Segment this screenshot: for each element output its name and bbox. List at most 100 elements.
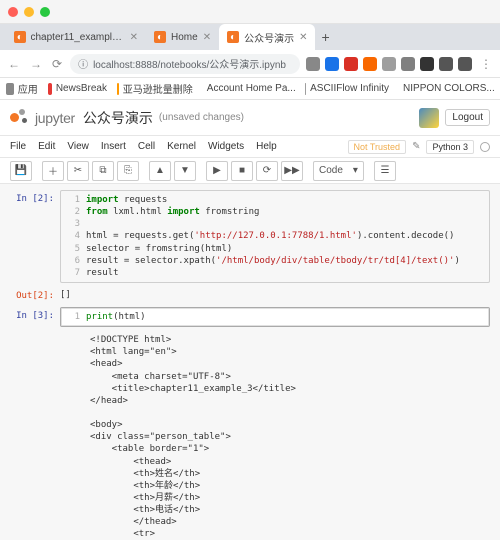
out-prompt: Out[2]: bbox=[10, 287, 60, 301]
command-palette-button[interactable]: ☰ bbox=[374, 161, 396, 181]
bookmark-favicon-icon bbox=[117, 83, 119, 95]
extension-icon[interactable] bbox=[344, 57, 358, 71]
menu-file[interactable]: File bbox=[10, 141, 26, 152]
in-prompt: In [2]: bbox=[10, 190, 60, 204]
code-cell[interactable]: In [3]: 1print(html) bbox=[10, 307, 490, 327]
restart-button[interactable]: ⟳ bbox=[256, 161, 278, 181]
trust-indicator[interactable]: Not Trusted bbox=[348, 140, 407, 154]
browser-tab[interactable]: ◐ chapter11_example_3 ✕ bbox=[6, 24, 146, 50]
bookmark-item[interactable]: ASCIIFlow Infinity bbox=[305, 83, 389, 95]
bookmark-label: NIPPON COLORS... bbox=[403, 83, 494, 94]
save-button[interactable]: 💾 bbox=[10, 161, 32, 181]
forward-button: → bbox=[28, 57, 44, 71]
bookmark-item[interactable]: Account Home Pa... bbox=[203, 83, 296, 95]
traffic-lights bbox=[8, 7, 50, 17]
bookmark-label: 亚马逊批量删除 bbox=[123, 81, 193, 96]
tab-label: Home bbox=[171, 32, 198, 43]
new-tab-button[interactable]: + bbox=[315, 29, 335, 45]
tab-label: 公众号演示 bbox=[244, 30, 294, 45]
bookmark-item[interactable]: NIPPON COLORS... bbox=[399, 83, 494, 95]
menu-insert[interactable]: Insert bbox=[101, 141, 126, 152]
copy-button[interactable]: ⧉ bbox=[92, 161, 114, 181]
add-cell-button[interactable]: ＋ bbox=[42, 161, 64, 181]
extension-icon[interactable] bbox=[439, 57, 453, 71]
jupyter-toolbar: 💾 ＋ ✂ ⧉ ⎘ ▲ ▼ ▶ ■ ⟳ ▶▶ Code▾ ☰ bbox=[0, 158, 500, 184]
run-button[interactable]: ▶ bbox=[206, 161, 228, 181]
move-down-button[interactable]: ▼ bbox=[174, 161, 196, 181]
favicon-icon: ◐ bbox=[154, 31, 166, 43]
browser-tabstrip: ◐ chapter11_example_3 ✕ ◐ Home ✕ ◐ 公众号演示 ✕ + bbox=[0, 24, 500, 50]
browser-tab[interactable]: ◐ Home ✕ bbox=[146, 24, 219, 50]
menu-widgets[interactable]: Widgets bbox=[208, 141, 244, 152]
stdout-output: <!DOCTYPE html> <html lang="en"> <head> … bbox=[10, 331, 490, 540]
stop-button[interactable]: ■ bbox=[231, 161, 253, 181]
bookmark-label: NewsBreak bbox=[56, 83, 107, 94]
extension-icon[interactable] bbox=[325, 57, 339, 71]
bookmark-label: 应用 bbox=[18, 81, 38, 96]
maximize-window-icon[interactable] bbox=[40, 7, 50, 17]
celltype-select[interactable]: Code▾ bbox=[313, 161, 364, 181]
tab-label: chapter11_example_3 bbox=[31, 32, 125, 43]
close-tab-icon[interactable]: ✕ bbox=[299, 32, 307, 43]
window-titlebar bbox=[0, 0, 500, 24]
reload-button[interactable]: ⟳ bbox=[50, 57, 64, 71]
bookmark-item[interactable]: NewsBreak bbox=[48, 83, 107, 95]
bookmark-favicon-icon bbox=[305, 83, 306, 95]
bookmark-favicon-icon bbox=[48, 83, 52, 95]
code-input[interactable]: 1print(html) bbox=[60, 307, 490, 327]
extension-icon[interactable] bbox=[306, 57, 320, 71]
extensions-area bbox=[306, 57, 472, 71]
address-text: localhost:8888/notebooks/公众号演示.ipynb bbox=[93, 56, 286, 71]
bookmark-label: ASCIIFlow Infinity bbox=[310, 83, 389, 94]
back-button[interactable]: ← bbox=[6, 57, 22, 71]
browser-toolbar: ← → ⟳ ⓘ localhost:8888/notebooks/公众号演示.i… bbox=[0, 50, 500, 78]
favicon-icon: ◐ bbox=[227, 31, 239, 43]
extension-icon[interactable] bbox=[420, 57, 434, 71]
close-tab-icon[interactable]: ✕ bbox=[130, 32, 138, 43]
jupyter-logo[interactable]: jupyter bbox=[10, 108, 75, 128]
close-tab-icon[interactable]: ✕ bbox=[203, 32, 211, 43]
chevron-down-icon: ▾ bbox=[353, 165, 358, 176]
menu-edit[interactable]: Edit bbox=[38, 141, 55, 152]
in-prompt: In [3]: bbox=[10, 307, 60, 321]
bookmark-item[interactable]: 亚马逊批量删除 bbox=[117, 81, 193, 96]
notebook-status: (unsaved changes) bbox=[159, 112, 244, 123]
edit-icon[interactable]: ✎ bbox=[412, 141, 420, 152]
bookmark-item[interactable]: 应用 bbox=[6, 81, 38, 96]
address-bar[interactable]: ⓘ localhost:8888/notebooks/公众号演示.ipynb bbox=[70, 54, 300, 74]
kernel-status-icon bbox=[480, 142, 490, 152]
notebook-area[interactable]: In [2]: 1import requests2from lxml.html … bbox=[0, 184, 500, 540]
menu-view[interactable]: View bbox=[67, 141, 89, 152]
menu-cell[interactable]: Cell bbox=[138, 141, 155, 152]
favicon-icon: ◐ bbox=[14, 31, 26, 43]
jupyter-logo-icon bbox=[10, 108, 30, 128]
kernel-name[interactable]: Python 3 bbox=[426, 140, 474, 154]
stdout-text: <!DOCTYPE html> <html lang="en"> <head> … bbox=[60, 334, 490, 540]
minimize-window-icon[interactable] bbox=[24, 7, 34, 17]
bookmark-label: Account Home Pa... bbox=[207, 83, 296, 94]
code-input[interactable]: 1import requests2from lxml.html import f… bbox=[60, 190, 490, 283]
jupyter-menubar: FileEditViewInsertCellKernelWidgetsHelp … bbox=[0, 136, 500, 158]
bookmarks-bar: 应用 NewsBreak 亚马逊批量删除 Account Home Pa... ASCI… bbox=[0, 78, 500, 100]
move-up-button[interactable]: ▲ bbox=[149, 161, 171, 181]
output-cell: Out[2]: [] bbox=[10, 287, 490, 303]
output-text: [] bbox=[60, 287, 490, 303]
extension-icon[interactable] bbox=[363, 57, 377, 71]
site-info-icon[interactable]: ⓘ bbox=[78, 56, 88, 71]
menu-help[interactable]: Help bbox=[256, 141, 277, 152]
browser-tab[interactable]: ◐ 公众号演示 ✕ bbox=[219, 24, 315, 50]
extension-icon[interactable] bbox=[458, 57, 472, 71]
extension-icon[interactable] bbox=[382, 57, 396, 71]
notebook-title[interactable]: 公众号演示 bbox=[83, 108, 153, 128]
menu-button[interactable]: ⋮ bbox=[478, 57, 494, 71]
cut-button[interactable]: ✂ bbox=[67, 161, 89, 181]
run-all-button[interactable]: ▶▶ bbox=[281, 161, 303, 181]
extension-icon[interactable] bbox=[401, 57, 415, 71]
close-window-icon[interactable] bbox=[8, 7, 18, 17]
bookmark-favicon-icon bbox=[6, 83, 14, 95]
paste-button[interactable]: ⎘ bbox=[117, 161, 139, 181]
menu-kernel[interactable]: Kernel bbox=[167, 141, 196, 152]
logout-button[interactable]: Logout bbox=[445, 109, 490, 126]
code-cell[interactable]: In [2]: 1import requests2from lxml.html … bbox=[10, 190, 490, 283]
kernel-logo-icon bbox=[419, 108, 439, 128]
